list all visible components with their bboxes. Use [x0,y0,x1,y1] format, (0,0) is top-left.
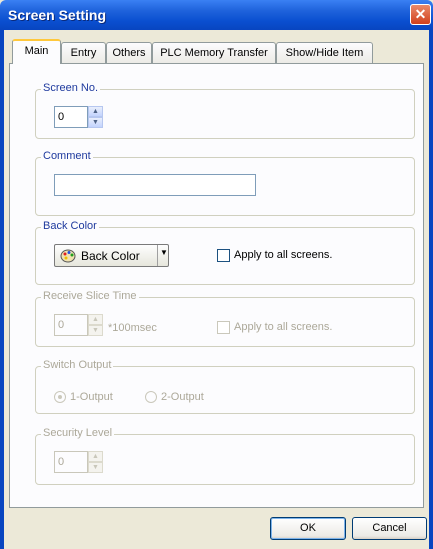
comment-title: Comment [41,150,93,162]
security-level-spinner[interactable]: 0 ▲ ▼ [54,451,103,473]
cancel-button-label: Cancel [372,522,407,534]
radio-1-output-label: 1-Output [70,391,113,403]
ok-button-label: OK [300,522,316,534]
palette-icon [60,249,76,263]
spin-down-icon[interactable]: ▼ [88,117,103,128]
screen-no-value: 0 [58,111,65,123]
tab-plc-memory-transfer[interactable]: PLC Memory Transfer [152,42,276,63]
receive-slice-group: Receive Slice Time 0 ▲ ▼ *100msec Apply … [35,290,415,347]
close-button[interactable]: ✕ [410,4,431,25]
window-title: Screen Setting [8,7,107,23]
title-bar: Screen Setting ✕ [0,0,433,30]
switch-output-title: Switch Output [41,359,114,371]
apply-all-label: Apply to all screens. [234,249,333,261]
spin-up-icon[interactable]: ▲ [88,314,103,325]
tab-main[interactable]: Main [12,39,61,64]
tab-label: Entry [70,47,97,59]
apply-all-checkbox[interactable] [217,321,230,334]
tab-label: Others [112,47,146,59]
receive-slice-title: Receive Slice Time [41,290,139,302]
screen-no-spinner[interactable]: 0 ▲ ▼ [54,106,103,128]
screen-no-title: Screen No. [41,82,101,94]
comment-input[interactable] [54,174,256,196]
spin-up-icon[interactable]: ▲ [88,451,103,462]
back-color-group: Back Color Back Color ▼ Apply to all scr… [35,220,415,285]
radio-2-output-label: 2-Output [161,391,204,403]
switch-output-group: Switch Output 1-Output 2-Output [35,359,415,414]
apply-all-label: Apply to all screens. [234,321,333,333]
spin-up-icon[interactable]: ▲ [88,106,103,117]
security-level-title: Security Level [41,427,115,439]
back-color-main[interactable]: Back Color [55,245,158,266]
back-color-button[interactable]: Back Color ▼ [54,244,169,267]
security-level-value: 0 [58,456,65,468]
tab-label: Show/Hide Item [285,47,364,59]
close-icon: ✕ [414,6,427,22]
cancel-button[interactable]: Cancel [352,517,427,540]
tab-label: PLC Memory Transfer [160,47,268,59]
radio-unselected-icon [145,391,157,403]
tab-others[interactable]: Others [106,42,152,63]
receive-slice-value: 0 [58,319,65,331]
back-color-button-label: Back Color [81,249,140,263]
receive-slice-unit: *100msec [108,322,157,334]
ok-button[interactable]: OK [270,517,346,540]
comment-group: Comment [35,150,415,216]
window-frame-left [0,30,4,549]
spin-down-icon[interactable]: ▼ [88,462,103,473]
spin-down-icon[interactable]: ▼ [88,325,103,336]
tab-entry[interactable]: Entry [61,42,106,63]
tab-show-hide-item[interactable]: Show/Hide Item [276,42,373,63]
radio-selected-icon [54,391,66,403]
receive-slice-spinner[interactable]: 0 ▲ ▼ [54,314,103,336]
security-level-group: Security Level 0 ▲ ▼ [35,427,415,485]
tab-label: Main [24,45,49,57]
screen-no-group: Screen No. 0 ▲ ▼ [35,82,415,139]
chevron-down-icon[interactable]: ▼ [160,248,168,257]
back-color-title: Back Color [41,220,99,232]
window-frame-right [429,30,433,549]
apply-all-checkbox[interactable] [217,249,230,262]
